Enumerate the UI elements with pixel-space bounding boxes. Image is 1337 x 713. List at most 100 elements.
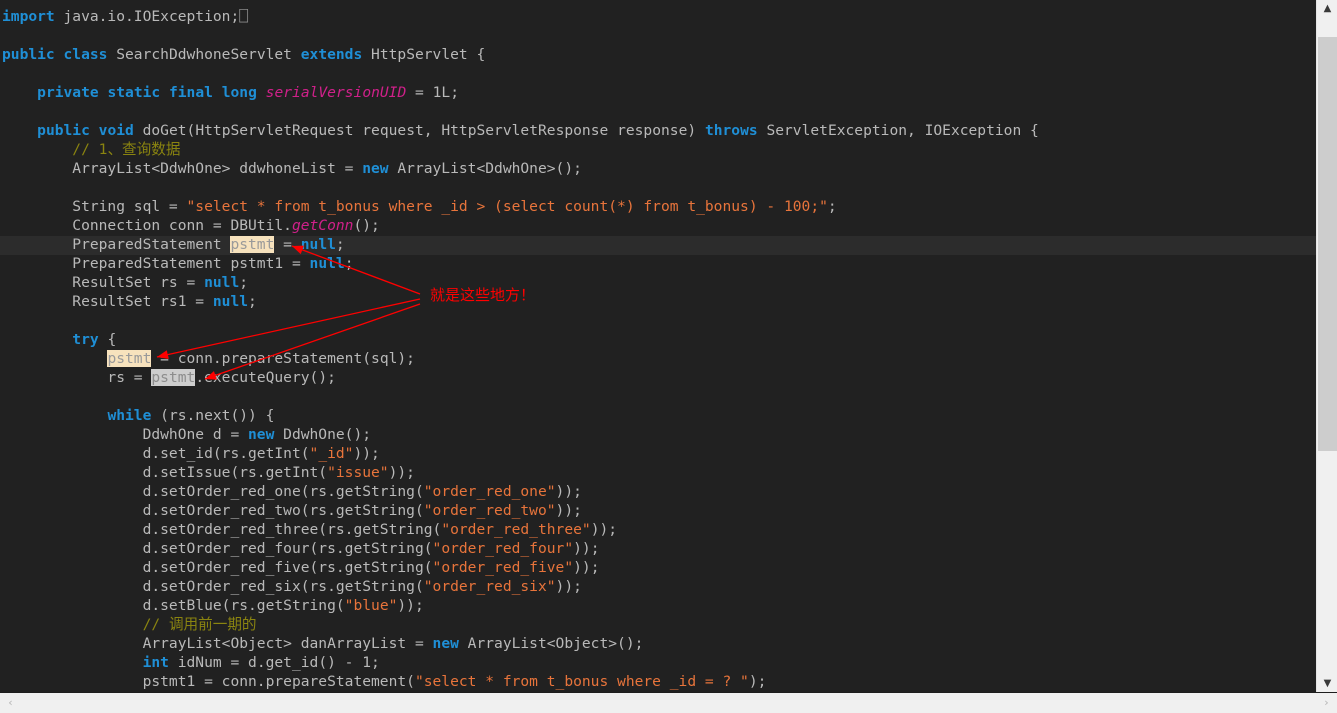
- code-token: Connection conn = DBUtil.: [2, 217, 292, 234]
- code-line[interactable]: [0, 388, 1316, 407]
- code-line[interactable]: [0, 103, 1316, 122]
- code-line-content: String sql = "select * from t_bonus wher…: [0, 198, 836, 215]
- code-line[interactable]: d.setIssue(rs.getInt("issue"));: [0, 464, 1316, 483]
- editor-viewport[interactable]: import java.io.IOException;⎕ public class…: [0, 0, 1316, 692]
- code-token: rs =: [2, 369, 152, 386]
- code-line[interactable]: ArrayList<Object> danArrayList = new Arr…: [0, 635, 1316, 654]
- code-line[interactable]: DdwhOne d = new DdwhOne();: [0, 426, 1316, 445]
- code-line[interactable]: String sql = "select * from t_bonus wher…: [0, 198, 1316, 217]
- code-token: d.setOrder_red_six(rs.getString(: [2, 578, 424, 595]
- code-token: new: [248, 426, 275, 443]
- code-line-content: try {: [0, 331, 116, 348]
- code-line-content: // 调用前一期的: [0, 616, 257, 633]
- code-token: {: [98, 331, 117, 348]
- code-line[interactable]: public class SearchDdwhoneServlet extend…: [0, 46, 1316, 65]
- code-token: String sql =: [2, 198, 187, 215]
- code-token: int: [142, 654, 169, 671]
- scroll-down-arrow-icon[interactable]: ▼: [1317, 675, 1337, 692]
- code-line[interactable]: d.setOrder_red_four(rs.getString("order_…: [0, 540, 1316, 559]
- code-token: ServletException, IOException {: [757, 122, 1039, 139]
- highlighted-occurrence: pstmt: [107, 350, 152, 367]
- code-line[interactable]: pstmt = conn.prepareStatement(sql);: [0, 350, 1316, 369]
- code-line[interactable]: d.setOrder_red_three(rs.getString("order…: [0, 521, 1316, 540]
- code-line[interactable]: Connection conn = DBUtil.getConn();: [0, 217, 1316, 236]
- code-line-content: [0, 27, 2, 44]
- code-line[interactable]: // 调用前一期的: [0, 616, 1316, 635]
- highlighted-occurrence: pstmt: [230, 236, 275, 253]
- vertical-scrollbar-thumb[interactable]: [1318, 36, 1337, 452]
- code-line[interactable]: ArrayList<DdwhOne> ddwhoneList = new Arr…: [0, 160, 1316, 179]
- code-token: (rs.next()) {: [151, 407, 275, 424]
- code-line[interactable]: d.setOrder_red_two(rs.getString("order_r…: [0, 502, 1316, 521]
- code-line-content: ResultSet rs1 = null;: [0, 293, 257, 310]
- code-line-content: Connection conn = DBUtil.getConn();: [0, 217, 380, 234]
- code-token: void: [98, 122, 134, 139]
- code-token: ));: [590, 521, 618, 538]
- code-token: ));: [397, 597, 424, 614]
- vertical-scrollbar[interactable]: ▲ ▼: [1316, 0, 1337, 692]
- code-line[interactable]: try {: [0, 331, 1316, 350]
- code-line[interactable]: import java.io.IOException;⎕: [0, 8, 1316, 27]
- code-token: DdwhOne d =: [2, 426, 249, 443]
- horizontal-scrollbar[interactable]: ‹ ›: [0, 692, 1337, 713]
- code-line[interactable]: [0, 27, 1316, 46]
- code-token: ;: [344, 255, 354, 272]
- code-token: =: [274, 236, 301, 253]
- code-line[interactable]: [0, 65, 1316, 84]
- code-token: d.setOrder_red_five(rs.getString(: [2, 559, 433, 576]
- code-line-content: d.setIssue(rs.getInt("issue"));: [0, 464, 415, 481]
- code-editor-window: import java.io.IOException;⎕ public class…: [0, 0, 1337, 713]
- code-line[interactable]: d.setOrder_red_one(rs.getString("order_r…: [0, 483, 1316, 502]
- scroll-up-arrow-icon[interactable]: ▲: [1317, 0, 1337, 17]
- code-token: PreparedStatement: [2, 236, 231, 253]
- code-token: ArrayList<DdwhOne> ddwhoneList =: [2, 160, 363, 177]
- code-line[interactable]: d.setOrder_red_six(rs.getString("order_r…: [0, 578, 1316, 597]
- code-line[interactable]: PreparedStatement pstmt = null;: [0, 236, 1316, 255]
- code-token: getConn: [291, 217, 354, 234]
- scroll-left-arrow-icon[interactable]: ‹: [2, 693, 19, 713]
- code-line-content: PreparedStatement pstmt1 = null;: [0, 255, 353, 272]
- code-token: = 1L;: [406, 84, 459, 101]
- code-token: ;: [239, 274, 249, 291]
- code-token: java.io.IOException;: [54, 8, 240, 25]
- code-line-content: [0, 312, 2, 329]
- code-surface[interactable]: import java.io.IOException;⎕ public class…: [0, 0, 1316, 692]
- code-line-content: [0, 388, 2, 405]
- code-line-content: d.setOrder_red_one(rs.getString("order_r…: [0, 483, 582, 500]
- code-line[interactable]: private static final long serialVersionU…: [0, 84, 1316, 103]
- code-token: "select * from t_bonus where _id > (sele…: [186, 198, 828, 215]
- code-line[interactable]: public void doGet(HttpServletRequest req…: [0, 122, 1316, 141]
- code-line[interactable]: rs = pstmt.executeQuery();: [0, 369, 1316, 388]
- code-token: ));: [573, 559, 600, 576]
- code-token: ⎕: [239, 8, 249, 25]
- code-line[interactable]: d.setOrder_red_five(rs.getString("order_…: [0, 559, 1316, 578]
- code-line-content: ArrayList<DdwhOne> ddwhoneList = new Arr…: [0, 160, 582, 177]
- code-token: public: [37, 122, 90, 139]
- code-line[interactable]: [0, 179, 1316, 198]
- code-line[interactable]: while (rs.next()) {: [0, 407, 1316, 426]
- code-line[interactable]: [0, 312, 1316, 331]
- code-token: ArrayList<Object>();: [458, 635, 644, 652]
- code-line-content: pstmt1 = conn.prepareStatement("select *…: [0, 673, 767, 690]
- code-token: PreparedStatement pstmt1 =: [2, 255, 310, 272]
- code-line-content: d.setOrder_red_three(rs.getString("order…: [0, 521, 617, 538]
- code-line[interactable]: ResultSet rs1 = null;: [0, 293, 1316, 312]
- code-token: "select * from t_bonus where _id = ? ": [414, 673, 749, 690]
- code-line[interactable]: PreparedStatement pstmt1 = null;: [0, 255, 1316, 274]
- code-line[interactable]: int idNum = d.get_id() - 1;: [0, 654, 1316, 673]
- code-token: "_id": [309, 445, 354, 462]
- scroll-right-arrow-icon[interactable]: ›: [1318, 693, 1335, 713]
- code-token: extends: [300, 46, 363, 63]
- code-line[interactable]: pstmt1 = conn.prepareStatement("select *…: [0, 673, 1316, 692]
- code-line[interactable]: // 1、查询数据: [0, 141, 1316, 160]
- code-token: "order_red_six": [423, 578, 556, 595]
- code-line[interactable]: d.set_id(rs.getInt("_id"));: [0, 445, 1316, 464]
- code-line[interactable]: ResultSet rs = null;: [0, 274, 1316, 293]
- code-line-content: while (rs.next()) {: [0, 407, 274, 424]
- code-line[interactable]: d.setBlue(rs.getString("blue"));: [0, 597, 1316, 616]
